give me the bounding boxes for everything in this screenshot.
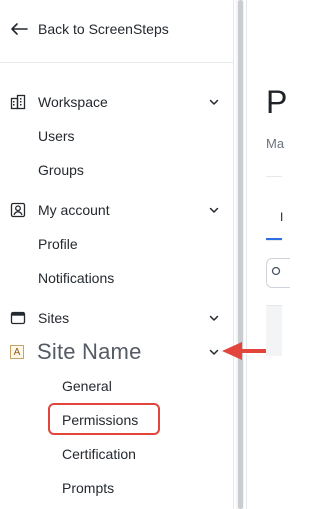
chevron-down-icon bbox=[209, 207, 219, 213]
tab-divider-line bbox=[266, 240, 282, 241]
sidebar-divider bbox=[0, 62, 234, 63]
sidebar-section-sites[interactable]: Sites bbox=[10, 307, 220, 329]
table-header-band bbox=[266, 306, 282, 356]
sidebar-scrollbar-thumb[interactable] bbox=[238, 0, 243, 509]
page-subtitle: Ma bbox=[266, 136, 285, 151]
site-item-prompts[interactable]: Prompts bbox=[62, 477, 114, 499]
sidebar-item-notifications[interactable]: Notifications bbox=[38, 267, 114, 289]
window-icon bbox=[10, 310, 26, 326]
main-divider-line bbox=[266, 176, 282, 177]
back-to-screensteps-link[interactable]: Back to ScreenSteps bbox=[10, 18, 169, 40]
my-account-label: My account bbox=[38, 202, 110, 218]
chevron-down-icon bbox=[209, 315, 219, 321]
main-divider bbox=[246, 0, 247, 509]
site-item-general[interactable]: General bbox=[62, 375, 112, 397]
back-label: Back to ScreenSteps bbox=[38, 21, 169, 37]
permissions-highlight-box bbox=[48, 403, 160, 435]
search-icon bbox=[271, 266, 281, 276]
workspace-label: Workspace bbox=[38, 94, 108, 110]
sidebar-item-profile[interactable]: Profile bbox=[38, 233, 78, 255]
arrow-left-icon bbox=[11, 23, 28, 35]
sidebar-section-workspace[interactable]: Workspace bbox=[10, 91, 220, 113]
page-title: P bbox=[266, 84, 288, 120]
site-item-certification[interactable]: Certification bbox=[62, 443, 136, 465]
site-name-row[interactable]: A Site Name bbox=[10, 339, 220, 364]
sidebar-item-users[interactable]: Users bbox=[38, 125, 75, 147]
sidebar-section-my-account[interactable]: My account bbox=[10, 199, 220, 221]
chevron-down-icon[interactable] bbox=[208, 346, 220, 358]
tab-label[interactable]: I bbox=[280, 210, 283, 224]
building-icon bbox=[10, 94, 26, 110]
chevron-down-icon bbox=[209, 99, 219, 105]
settings-sidebar: Back to ScreenSteps Workspace Users Grou… bbox=[0, 0, 234, 509]
sidebar-border bbox=[233, 0, 234, 509]
sidebar-item-groups[interactable]: Groups bbox=[38, 159, 84, 181]
user-card-icon bbox=[10, 202, 26, 218]
sites-label: Sites bbox=[38, 310, 70, 326]
site-name-label: Site Name bbox=[37, 339, 142, 364]
site-badge: A bbox=[10, 345, 24, 359]
